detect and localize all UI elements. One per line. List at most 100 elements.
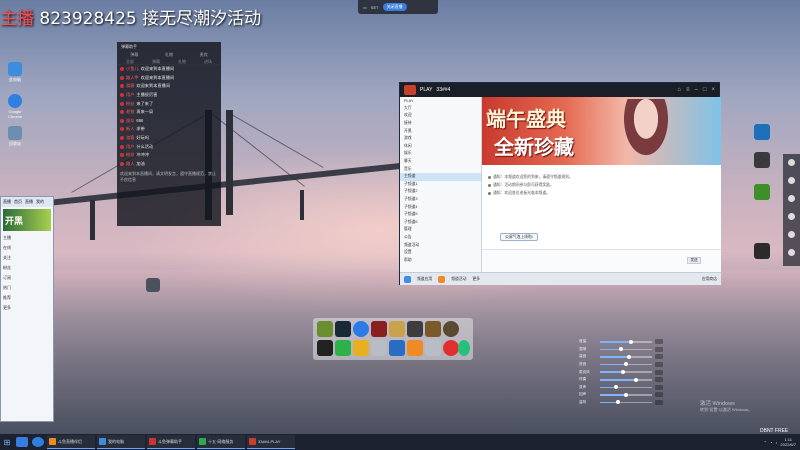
channel-tree-item[interactable]: 欢迎 (400, 112, 481, 120)
tool-button[interactable] (783, 208, 800, 226)
taskbar-task[interactable]: 十五·网络服务 (197, 435, 245, 449)
tool-button[interactable] (783, 244, 800, 262)
channel-tree-item[interactable]: 聊天 (400, 158, 481, 166)
channel-tree-item[interactable]: 子频道2 (400, 188, 481, 196)
desktop-icon-epic[interactable] (752, 243, 772, 260)
channel-tree-item[interactable]: 主频道 (400, 172, 481, 181)
live-app-row[interactable]: 推荐 (1, 293, 53, 303)
live-app-row[interactable]: 订阅 (1, 273, 53, 283)
live-app-row[interactable]: 粉丝 (1, 263, 53, 273)
mixer-slider[interactable] (600, 347, 652, 352)
danmaku-subtab[interactable]: 全部 (126, 59, 134, 64)
yy-app-store[interactable]: 应用商店 (702, 277, 717, 282)
taskbar-task[interactable]: 斗鱼直播伴侣 (47, 435, 95, 449)
clock[interactable]: 1:11 2022/6/7 (780, 437, 796, 447)
channel-tree-item[interactable]: 公告 (400, 234, 481, 242)
danmaku-nick[interactable]: 粉丝 (126, 152, 134, 158)
stop-live-button[interactable]: 关闭直播 (382, 3, 407, 11)
tool-button[interactable] (783, 172, 800, 190)
live-app-row[interactable]: 热门 (1, 283, 53, 293)
danmaku-nick[interactable]: 用户 (126, 92, 134, 98)
taskbar-task[interactable]: 斗鱼弹幕助手 (147, 435, 195, 449)
channel-tree-item[interactable]: 子频道6 (400, 219, 481, 227)
channel-tree-item[interactable]: 设置 (400, 249, 481, 257)
live-app-row[interactable]: 主播 (1, 233, 53, 243)
channel-tree-item[interactable]: 子频道1 (400, 181, 481, 189)
mixer-slider-handle[interactable] (626, 354, 631, 359)
tool-button[interactable] (783, 190, 800, 208)
taskbar-task[interactable]: 我的电脑 (97, 435, 145, 449)
desktop-icon-chrome[interactable]: Google Chrome (2, 94, 28, 119)
wechat-icon[interactable] (335, 340, 351, 356)
mixer-slider[interactable] (600, 385, 652, 390)
mixer-value-box[interactable] (655, 339, 663, 345)
qq-icon[interactable] (317, 340, 333, 356)
mixer-slider-handle[interactable] (618, 347, 623, 352)
channel-tree-item[interactable]: 子频道5 (400, 211, 481, 219)
danmaku-subtab[interactable]: 进场 (204, 59, 212, 64)
mixer-slider[interactable] (600, 392, 652, 397)
channel-tree-item[interactable]: 接待 (400, 120, 481, 128)
danmaku-nick[interactable]: 游客 (126, 83, 134, 89)
mixer-value-box[interactable] (655, 400, 663, 406)
danmaku-nick[interactable]: 游客 (126, 135, 134, 141)
channel-tree-item[interactable]: 娱乐 (400, 150, 481, 158)
desktop-icon-app[interactable] (140, 278, 166, 293)
activity-icon[interactable] (438, 275, 446, 283)
mixer-slider-handle[interactable] (634, 377, 639, 382)
dota-icon[interactable] (371, 321, 387, 337)
mixer-value-box[interactable] (655, 384, 663, 390)
live-app-row[interactable]: 关注 (1, 253, 53, 263)
channel-tree-item[interactable]: 子频道4 (400, 203, 481, 211)
netease-music-icon[interactable] (443, 340, 459, 356)
game-icon[interactable] (317, 321, 333, 337)
danmaku-subtab[interactable]: 礼物 (178, 59, 186, 64)
lol-icon[interactable] (407, 321, 423, 337)
monitor-icon[interactable]: ▭ (363, 5, 367, 10)
live-app-row[interactable]: 在线 (1, 243, 53, 253)
yy-icon[interactable] (389, 340, 405, 356)
channel-tree-item[interactable]: 频道活动 (400, 241, 481, 249)
channel-tree-item[interactable]: 音乐 (400, 165, 481, 173)
menu-icon[interactable]: ≡ (686, 87, 690, 93)
volume-icon[interactable]: ♪ (775, 440, 777, 445)
mixer-slider[interactable] (600, 369, 652, 374)
tool-button[interactable] (783, 226, 800, 244)
file-explorer-icon[interactable] (16, 437, 28, 447)
desktop-icon-app[interactable] (752, 124, 772, 141)
kugou-icon[interactable] (353, 321, 369, 337)
mixer-value-box[interactable] (655, 362, 663, 368)
mixer-slider[interactable] (600, 400, 652, 405)
mixer-value-box[interactable] (655, 354, 663, 360)
live-app-tab[interactable]: 我的 (36, 199, 44, 205)
danmaku-tab[interactable]: 贵宾 (200, 52, 208, 58)
league-icon[interactable] (389, 321, 405, 337)
channel-tree-item[interactable]: 大厅 (400, 105, 481, 113)
danmaku-nick[interactable]: 观众 (126, 118, 134, 124)
game-icon[interactable] (353, 340, 369, 356)
yy-footer-item[interactable]: 频道应用 (417, 277, 432, 282)
danmaku-nick[interactable]: 新人 (126, 126, 134, 132)
live-app-row[interactable]: 更多 (1, 303, 53, 313)
danmaku-nick[interactable]: 路人甲 (126, 75, 139, 81)
danmaku-nick[interactable]: 路人 (126, 161, 134, 167)
desktop-icon-app[interactable] (752, 184, 772, 201)
home-icon[interactable]: ⌂ (677, 87, 681, 93)
chevron-up-icon[interactable]: ⌃ (764, 440, 767, 445)
live-app-tab[interactable]: 直播 (25, 199, 33, 205)
channel-tree-item[interactable]: 管理 (400, 226, 481, 234)
channel-tree-item[interactable]: 子频道3 (400, 196, 481, 204)
yy-footer-item[interactable]: 更多 (472, 277, 480, 282)
tool-button[interactable] (783, 154, 800, 172)
mixer-slider-handle[interactable] (629, 339, 634, 344)
mixer-slider-handle[interactable] (621, 369, 626, 374)
mixer-slider-handle[interactable] (624, 362, 628, 367)
desktop-icon-app[interactable] (752, 152, 772, 169)
app-icon[interactable] (407, 340, 423, 356)
mixer-slider[interactable] (600, 354, 652, 359)
mixer-value-box[interactable] (655, 392, 663, 398)
send-button[interactable]: 发送 (687, 257, 701, 264)
danmaku-subtab[interactable]: 弹幕 (152, 59, 160, 64)
app-icon[interactable] (425, 340, 441, 356)
danmaku-nick[interactable]: 用户 (126, 144, 134, 150)
